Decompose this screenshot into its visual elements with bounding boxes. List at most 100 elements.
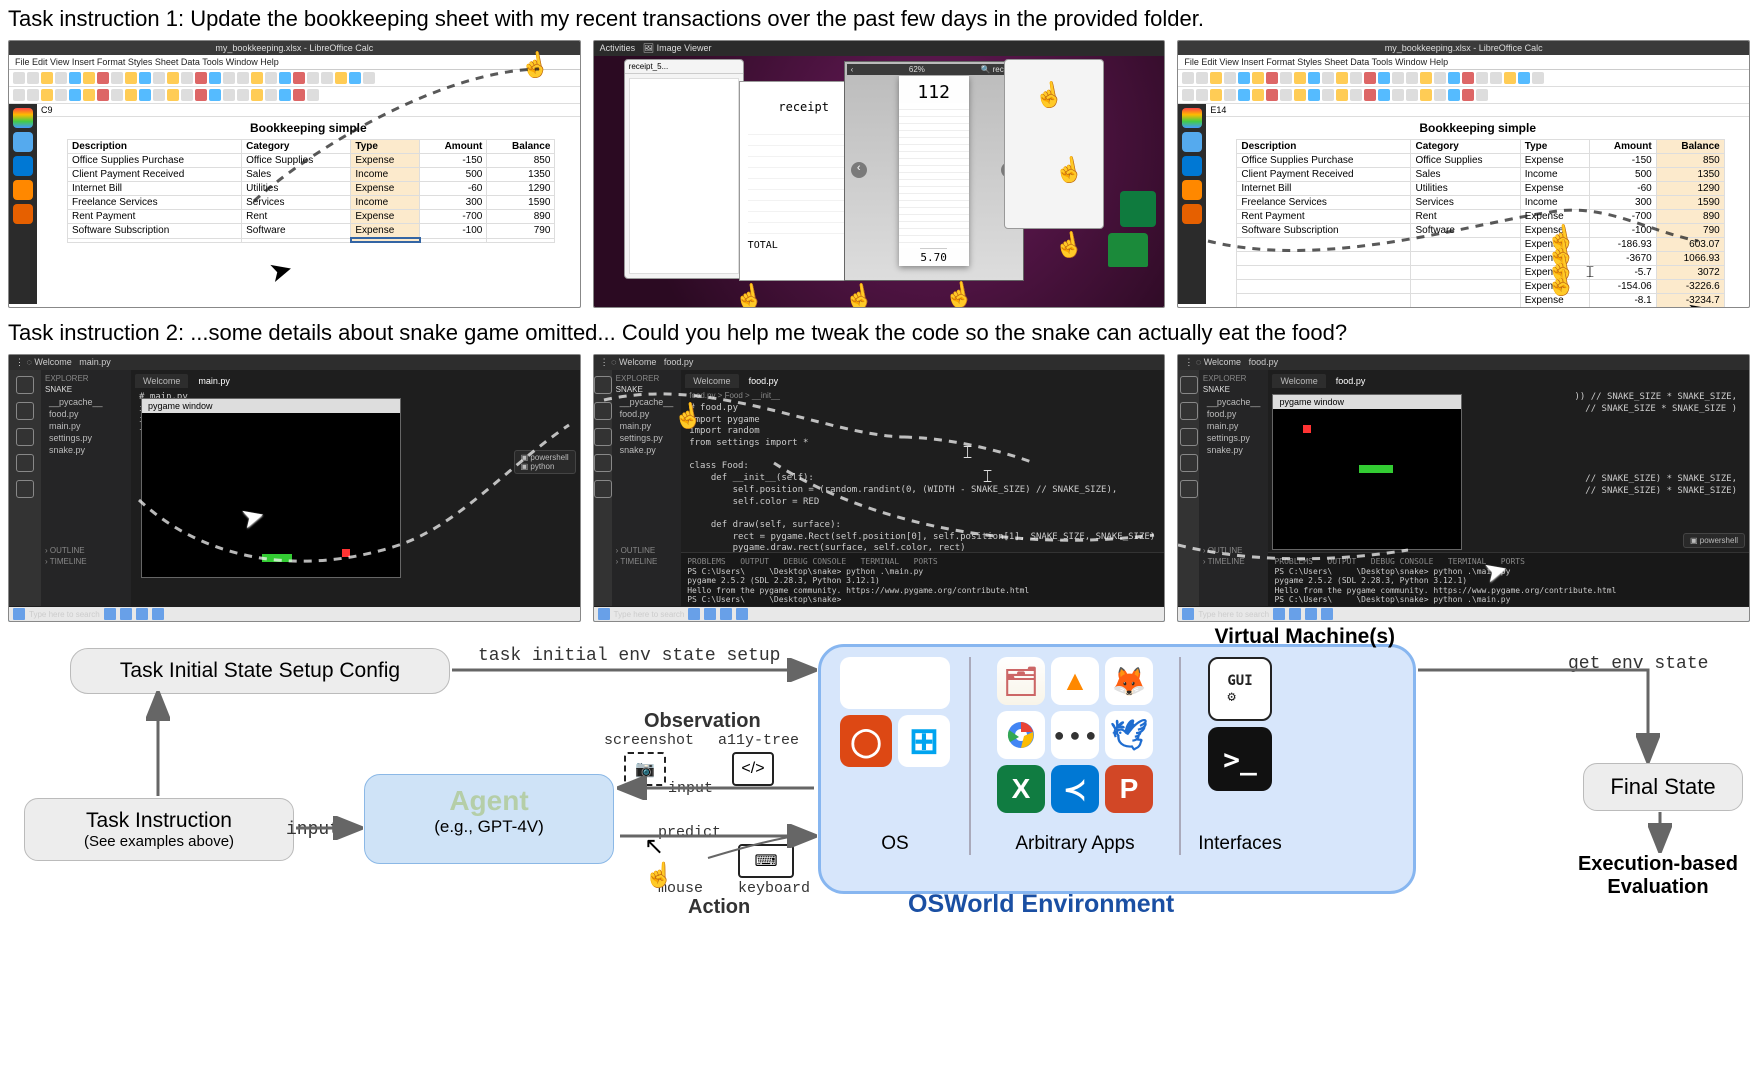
activity-bar[interactable] [1178, 370, 1199, 606]
vlc-icon[interactable] [13, 180, 33, 200]
task1-shot-calc-after: my_bookkeeping.xlsx - LibreOffice Calc F… [1177, 40, 1750, 308]
vscode-icon[interactable] [13, 156, 33, 176]
hand-cursor-icon: ☝ [1051, 154, 1085, 188]
terminal-shell-badge[interactable]: ▣ powershell [1683, 533, 1745, 548]
file-item[interactable]: main.py [45, 420, 127, 432]
terminal-shell-badge[interactable]: ▣ powershell▣ python [514, 450, 576, 474]
task1-instruction: Task instruction 1: Update the bookkeepi… [0, 0, 1758, 38]
run-icon[interactable] [16, 454, 34, 472]
file-item[interactable]: settings.py [616, 432, 678, 444]
vscode-title-bar[interactable]: ⋮ ◌ Welcome food.py [594, 355, 1165, 370]
bookkeeping-table[interactable]: DescriptionCategory Type Amount Balance … [1236, 139, 1724, 308]
task1-shot-image-viewer: Activities 🖼 Image Viewer receipt_5... r… [593, 40, 1166, 308]
hand-cursor-icon: ☝ [1031, 79, 1065, 113]
col-type[interactable]: Type [351, 140, 420, 154]
vlc-icon[interactable] [1182, 180, 1202, 200]
tab-welcome[interactable]: Welcome [135, 374, 188, 388]
file-item[interactable]: settings.py [45, 432, 127, 444]
chrome-icon[interactable] [13, 108, 33, 128]
search-icon[interactable] [16, 402, 34, 420]
tab-welcome[interactable]: Welcome [685, 374, 738, 388]
col-cat[interactable]: Category [242, 140, 351, 154]
task1-shot-calc-before: my_bookkeeping.xlsx - LibreOffice Calc F… [8, 40, 581, 308]
file-item[interactable]: settings.py [1203, 432, 1265, 444]
hand-cursor-icon: ☝ [517, 49, 551, 83]
explorer-sidebar[interactable]: EXPLORER SNAKE __pycache__food.pymain.py… [41, 370, 131, 606]
window-title: my_bookkeeping.xlsx - LibreOffice Calc [9, 41, 580, 55]
breadcrumb[interactable]: food.py > Food > __init__ [685, 390, 1165, 401]
file-item[interactable]: __pycache__ [1203, 396, 1265, 408]
hand-cursor-icon: ☝ [671, 400, 705, 434]
cell-ref-box[interactable]: C9 [37, 104, 580, 117]
file-item[interactable]: main.py [1203, 420, 1265, 432]
col-bal[interactable]: Balance [487, 140, 555, 154]
calc-format-toolbar[interactable] [9, 87, 580, 104]
file-item[interactable]: food.py [45, 408, 127, 420]
spreadsheet-grid[interactable]: C9 Bookkeeping simple Description Catego… [37, 104, 580, 304]
file-item[interactable]: snake.py [45, 444, 127, 456]
vscode-title-bar[interactable]: ⋮ ◌ Welcome food.py [1178, 355, 1749, 370]
file-item[interactable]: snake.py [1203, 444, 1265, 456]
sheet-title: Bookkeeping simple [1206, 117, 1749, 139]
vscode-title-bar[interactable]: ⋮ ◌ Welcome main.py [9, 355, 580, 370]
task2-shot-vscode-before: ⋮ ◌ Welcome main.py EXPLORER SNAKE __pyc… [8, 354, 581, 622]
vscode-icon[interactable] [1182, 156, 1202, 176]
task1-screenshots-row: my_bookkeeping.xlsx - LibreOffice Calc F… [0, 38, 1758, 314]
activity-bar[interactable] [594, 370, 612, 606]
editor-area[interactable]: Welcomemain.py # main.py import pygame i… [131, 370, 580, 606]
home-folder-icon[interactable] [1108, 233, 1148, 267]
file-item[interactable]: __pycache__ [45, 396, 127, 408]
editor-area[interactable]: Welcomefood.py )) // SNAKE_SIZE * SNAKE_… [1268, 370, 1749, 606]
file-item[interactable]: __pycache__ [616, 396, 678, 408]
file-item[interactable]: snake.py [616, 444, 678, 456]
calc-menu-bar[interactable]: File Edit View Insert Format Styles Shee… [9, 55, 580, 70]
tab-main[interactable]: main.py [190, 374, 238, 388]
spreadsheet-grid[interactable]: E14 Bookkeeping simple DescriptionCatego… [1206, 104, 1749, 304]
prev-image-button[interactable]: ‹ [851, 162, 867, 178]
files-icon[interactable] [1182, 132, 1202, 152]
file-item[interactable]: food.py [1203, 408, 1265, 420]
cell-ref-box[interactable]: E14 [1206, 104, 1749, 117]
hand-cursor-icon: ☝ [841, 281, 875, 308]
pygame-window[interactable]: pygame window [141, 398, 401, 578]
col-amt[interactable]: Amount [420, 140, 487, 154]
tab-food[interactable]: food.py [741, 374, 787, 388]
receipt-total: 5.70 [920, 248, 947, 266]
left-launcher[interactable] [1178, 104, 1206, 304]
scm-icon[interactable] [16, 428, 34, 446]
calc-format-toolbar[interactable] [1178, 87, 1749, 104]
task2-instruction: Task instruction 2: ...some details abou… [0, 314, 1758, 352]
windows-taskbar[interactable]: Type here to search [9, 607, 580, 621]
firefox-icon[interactable] [13, 204, 33, 224]
terminal-panel[interactable]: PROBLEMS OUTPUT DEBUG CONSOLE TERMINAL P… [681, 552, 1165, 606]
hand-cursor-icon: ☝ [1051, 229, 1085, 263]
left-launcher[interactable] [9, 104, 37, 304]
thumbnail-panel-left[interactable]: receipt_5... [624, 59, 744, 279]
gnome-topbar[interactable]: Activities 🖼 Image Viewer [594, 41, 1165, 56]
file-item[interactable]: main.py [616, 420, 678, 432]
hand-cursor-icon: ☝ [941, 279, 975, 308]
calc-menu-bar[interactable]: File Edit View Insert Format Styles Shee… [1178, 55, 1749, 70]
file-item[interactable]: food.py [616, 408, 678, 420]
hand-cursor-icon: ☝ [1544, 267, 1578, 301]
task2-shot-vscode-editing: ⋮ ◌ Welcome food.py EXPLORER SNAKE __pyc… [593, 354, 1166, 622]
col-desc[interactable]: Description [68, 140, 242, 154]
calc-toolbar[interactable] [1178, 70, 1749, 87]
pygame-window[interactable]: pygame window [1272, 394, 1462, 550]
editor-area[interactable]: Welcomefood.py food.py > Food > __init__… [681, 370, 1165, 606]
firefox-icon[interactable] [1182, 204, 1202, 224]
bookkeeping-table[interactable]: Description Category Type Amount Balance… [67, 139, 555, 243]
files-icon[interactable] [13, 132, 33, 152]
activity-bar[interactable] [9, 370, 41, 606]
windows-taskbar[interactable]: Type here to search [1178, 607, 1749, 621]
ext-icon[interactable] [16, 480, 34, 498]
chrome-icon[interactable] [1182, 108, 1202, 128]
receipt-photo-view[interactable]: ‹62%🔍 recei... 112 5.70 ‹ › [844, 61, 1024, 281]
explorer-sidebar[interactable]: EXPLORER SNAKE __pycache__food.pymain.py… [1199, 370, 1269, 606]
calc-toolbar[interactable] [9, 70, 580, 87]
hand-cursor-icon: ☝ [731, 281, 765, 308]
windows-taskbar[interactable]: Type here to search [594, 607, 1165, 621]
spreadsheet-file-icon[interactable] [1120, 191, 1156, 227]
explorer-icon[interactable] [16, 376, 34, 394]
pipeline-diagram: Task Initial State Setup Config Task Ins… [8, 628, 1750, 918]
